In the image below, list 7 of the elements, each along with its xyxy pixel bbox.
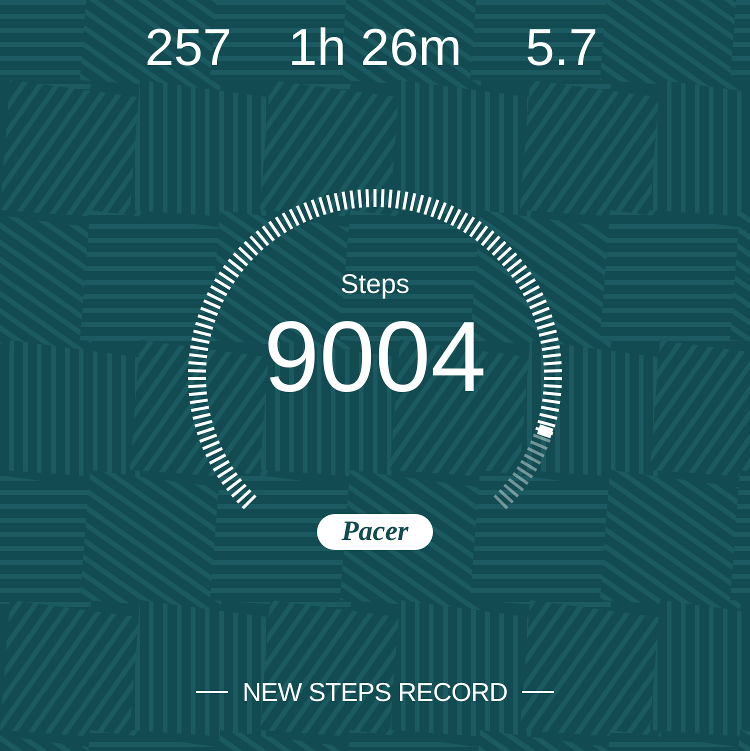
steps-label: Steps <box>340 268 410 300</box>
stat-value: 1h 26m <box>287 18 463 78</box>
pacer-logo: Pacer <box>317 514 433 550</box>
steps-count: 9004 <box>264 302 486 412</box>
record-message: NEW STEPS RECORD <box>242 676 508 708</box>
stat-value: 257 <box>144 18 233 78</box>
stat-value: 5.7 <box>524 18 599 78</box>
